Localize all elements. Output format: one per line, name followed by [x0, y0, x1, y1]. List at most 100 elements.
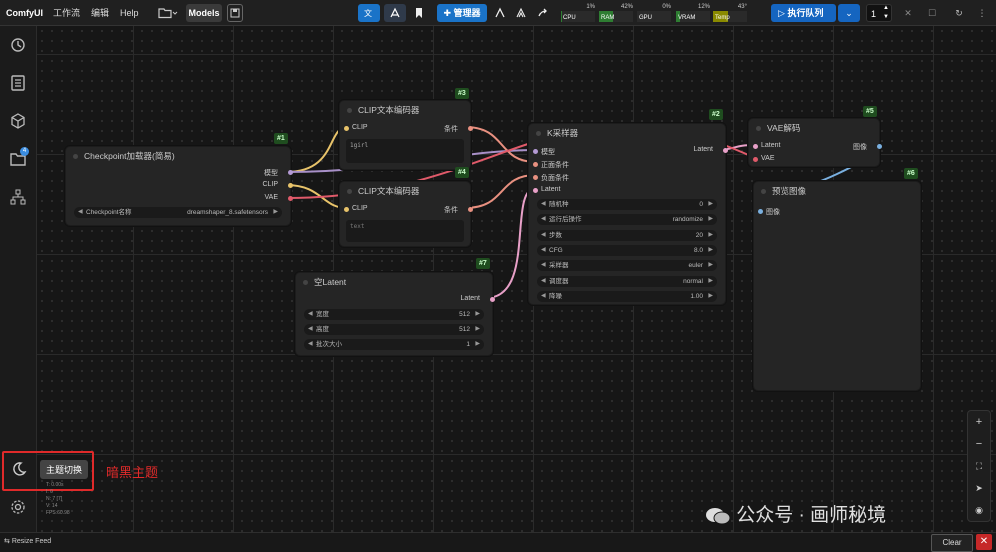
- refresh-icon[interactable]: ↻: [951, 4, 967, 22]
- share-arrow-icon[interactable]: [534, 4, 552, 22]
- clip-text-encoder-negative-node[interactable]: CLIP文本编码器 CLIP 条件 text: [339, 181, 473, 247]
- input-socket-latent[interactable]: [753, 144, 758, 149]
- arrow-right-icon[interactable]: ▶: [708, 276, 713, 287]
- scheduler-widget[interactable]: ◀ 调度器 normal ▶: [537, 275, 717, 287]
- zoom-in-icon[interactable]: +: [972, 415, 986, 429]
- queue-options-chevron-icon[interactable]: ⌄: [838, 4, 860, 22]
- arrow-right-icon[interactable]: ▶: [708, 260, 713, 271]
- collapse-dot-icon[interactable]: [761, 189, 766, 194]
- arrow-left-icon[interactable]: ◀: [308, 324, 313, 335]
- input-socket-model[interactable]: [533, 149, 538, 154]
- arrow-left-icon[interactable]: ◀: [541, 199, 546, 210]
- fit-view-icon[interactable]: ⛶: [972, 459, 986, 473]
- arrow-right-icon[interactable]: ▶: [475, 339, 480, 350]
- collapse-dot-icon[interactable]: [73, 154, 78, 159]
- input-socket-clip[interactable]: [344, 126, 349, 131]
- vae-decode-node[interactable]: VAE解码 Latent VAE 图像: [748, 118, 882, 167]
- cube-icon[interactable]: [9, 112, 27, 130]
- queue-list-icon[interactable]: [9, 74, 27, 92]
- clear-button[interactable]: Clear: [931, 534, 973, 552]
- arrow-right-icon[interactable]: ▶: [475, 324, 480, 335]
- arrow-left-icon[interactable]: ◀: [308, 309, 313, 320]
- input-socket-image[interactable]: [758, 209, 763, 214]
- zoom-out-icon[interactable]: −: [972, 437, 986, 451]
- arrow-right-icon[interactable]: ▶: [708, 245, 713, 256]
- arrow-left-icon[interactable]: ◀: [308, 339, 313, 350]
- history-icon[interactable]: [9, 36, 27, 54]
- input-socket-positive[interactable]: [533, 162, 538, 167]
- seed-widget[interactable]: ◀ 随机种 0 ▶: [537, 199, 717, 210]
- stepper-icon[interactable]: ▲ ▼: [883, 4, 889, 22]
- width-widget[interactable]: ◀ 宽度 512 ▶: [304, 309, 484, 320]
- settings-gear-icon[interactable]: [9, 498, 27, 516]
- collapse-dot-icon[interactable]: [303, 280, 308, 285]
- menu-workflow[interactable]: 工作流: [53, 0, 80, 26]
- more-menu-icon[interactable]: ⋮: [974, 4, 990, 22]
- output-socket-clip[interactable]: [288, 183, 293, 188]
- arrow-left-icon[interactable]: ◀: [541, 276, 546, 287]
- checkpoint-loader-node[interactable]: Checkpoint加载器(简易) 模型 CLIP VAE ◀ Checkpoi…: [65, 146, 293, 226]
- collapse-dot-icon[interactable]: [536, 131, 541, 136]
- arrow-left-icon[interactable]: ◀: [541, 230, 546, 241]
- output-socket-latent[interactable]: [723, 148, 728, 153]
- collapse-dot-icon[interactable]: [347, 189, 352, 194]
- control-after-generate-widget[interactable]: ◀ 运行后操作 randomize ▶: [537, 214, 717, 226]
- input-socket-negative[interactable]: [533, 175, 538, 180]
- steps-widget[interactable]: ◀ 步数 20 ▶: [537, 229, 717, 241]
- node-header[interactable]: CLIP文本编码器: [340, 101, 470, 119]
- queue-button[interactable]: ▷ 执行队列: [771, 4, 836, 22]
- app-logo[interactable]: ComfyUI: [6, 0, 43, 26]
- arrow-right-icon[interactable]: ▶: [273, 207, 278, 218]
- prompt-textarea[interactable]: text: [346, 220, 464, 242]
- close-feed-icon[interactable]: ✕: [976, 534, 992, 550]
- sampler-widget[interactable]: ◀ 采样器 euler ▶: [537, 260, 717, 272]
- output-socket-conditioning[interactable]: [468, 207, 473, 212]
- menu-edit[interactable]: 编辑: [91, 0, 109, 26]
- output-socket-image[interactable]: [877, 144, 882, 149]
- save-icon[interactable]: [227, 4, 243, 22]
- arrow-left-icon[interactable]: ◀: [541, 214, 546, 225]
- node-header[interactable]: K采样器: [529, 124, 725, 142]
- node-header[interactable]: 预览图像: [754, 182, 920, 200]
- models-button[interactable]: Models: [186, 4, 222, 22]
- arrow-right-icon[interactable]: ▶: [708, 291, 713, 302]
- folder-dropdown-button[interactable]: [155, 4, 181, 22]
- node-header[interactable]: VAE解码: [749, 119, 879, 137]
- queue-count-input[interactable]: 1 ▲ ▼: [866, 4, 892, 22]
- collapse-dot-icon[interactable]: [756, 126, 761, 131]
- toggle-links-eye-icon[interactable]: ◉: [972, 503, 986, 517]
- bookmark-icon[interactable]: [410, 4, 428, 22]
- link-render-icon[interactable]: [384, 4, 406, 22]
- ksampler-node[interactable]: K采样器 Latent 模型 正面条件 负面条件 Latent ◀ 随机种 0 ▶ ◀ 运行后操作…: [528, 123, 728, 305]
- arrow-left-icon[interactable]: ◀: [541, 260, 546, 271]
- translate-icon[interactable]: 文: [358, 4, 380, 22]
- output-socket-latent[interactable]: [490, 297, 495, 302]
- pan-mode-icon[interactable]: ➤: [972, 481, 986, 495]
- arrow-left-icon[interactable]: ◀: [541, 245, 546, 256]
- sampler-icon[interactable]: [491, 4, 509, 22]
- ckpt-name-combo[interactable]: ◀ Checkpoint名称 dreamshaper_8.safetensors…: [74, 207, 282, 218]
- arrow-right-icon[interactable]: ▶: [708, 199, 713, 210]
- input-socket-latent[interactable]: [533, 188, 538, 193]
- input-socket-clip[interactable]: [344, 207, 349, 212]
- node-header[interactable]: CLIP文本编码器: [340, 182, 470, 200]
- node-canvas[interactable]: #1 Checkpoint加载器(简易) 模型 CLIP VAE ◀ Check…: [37, 26, 996, 532]
- arrow-right-icon[interactable]: ▶: [708, 214, 713, 225]
- arrow-right-icon[interactable]: ▶: [708, 230, 713, 241]
- output-socket-vae[interactable]: [288, 196, 293, 201]
- node-header[interactable]: 空Latent: [296, 273, 492, 291]
- hierarchy-icon[interactable]: [9, 188, 27, 206]
- stop-icon[interactable]: ☐: [924, 4, 940, 22]
- batch-size-widget[interactable]: ◀ 批次大小 1 ▶: [304, 339, 484, 350]
- cfg-widget[interactable]: ◀ CFG 8.0 ▶: [537, 244, 717, 256]
- menu-help[interactable]: Help: [120, 0, 139, 26]
- resize-feed-button[interactable]: ⇆ Resize Feed: [4, 537, 51, 545]
- node-header[interactable]: Checkpoint加载器(简易): [66, 147, 290, 165]
- arrow-left-icon[interactable]: ◀: [78, 207, 83, 218]
- prompt-textarea[interactable]: 1girl: [346, 139, 464, 163]
- output-socket-conditioning[interactable]: [468, 126, 473, 131]
- input-socket-vae[interactable]: [753, 157, 758, 162]
- collapse-dot-icon[interactable]: [347, 108, 352, 113]
- speed-icon[interactable]: [512, 4, 530, 22]
- close-icon[interactable]: ✕: [900, 4, 916, 22]
